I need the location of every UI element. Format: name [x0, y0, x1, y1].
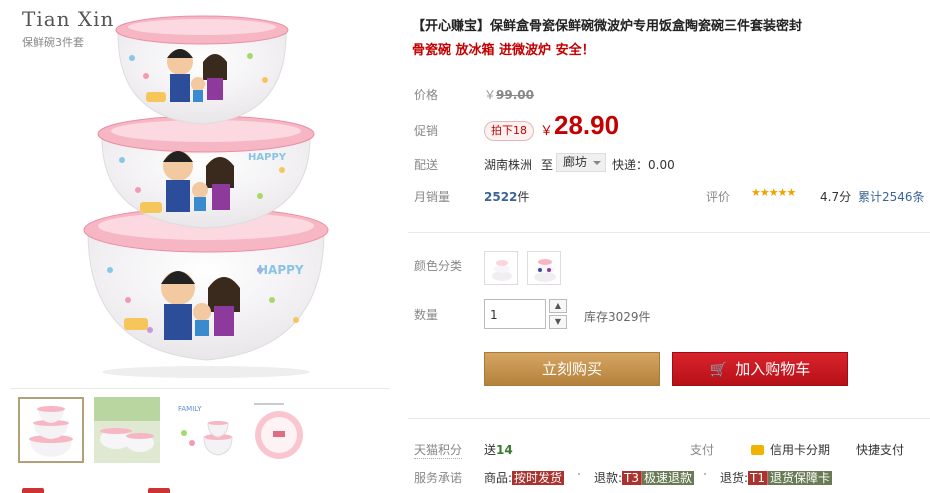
divider	[408, 232, 930, 233]
thumbnail-2[interactable]	[94, 397, 160, 463]
price-label: 价格	[414, 88, 439, 102]
credit-installment-option[interactable]: 信用卡分期	[751, 441, 830, 458]
review-count-link[interactable]: 累计2546条	[858, 188, 925, 205]
bowl-set-illustration: HAPPY HAPPY	[83, 15, 329, 378]
original-price-value: 99.00	[496, 88, 534, 102]
cart-icon: 🛒	[709, 362, 728, 378]
points-value: 送14	[484, 441, 513, 458]
color-option-label: 颜色分类	[414, 259, 463, 273]
thumbnail-strip: FAMILY	[10, 388, 390, 470]
stock-count: 库存3029件	[584, 310, 651, 324]
promo-price: 28.90	[554, 110, 620, 140]
sales-count: 2522	[484, 190, 518, 204]
quantity-label: 数量	[414, 308, 439, 322]
sales-label: 月销量	[414, 190, 451, 204]
payment-label: 支付	[690, 443, 715, 457]
promo-currency: ￥	[540, 124, 554, 139]
price-section: 价格 ￥99.00 促销 拍下18 ￥ 28.90 配送 湖南株洲 至 廊坊 快…	[408, 72, 930, 222]
buy-now-button[interactable]: 立刻购买	[484, 352, 660, 386]
credit-installment-label: 信用卡分期	[770, 443, 831, 457]
add-to-cart-label: 加入购物车	[735, 360, 811, 378]
service-return[interactable]: 退货: T1 退货保障卡	[720, 469, 833, 486]
service-refund[interactable]: 退款: T3 极速退款	[594, 469, 695, 486]
original-price: ￥99.00	[484, 86, 534, 103]
chevron-down-icon	[593, 161, 602, 165]
service-refund-label: 退款:	[594, 471, 623, 485]
service-refund-tag: 极速退款	[642, 471, 695, 485]
separator-dot	[704, 473, 706, 475]
service-return-code: T1	[748, 471, 769, 485]
quantity-increase-button[interactable]: ▲	[549, 299, 567, 313]
quantity-decrease-button[interactable]: ▼	[549, 315, 567, 329]
service-goods-tag: 按时发货	[512, 471, 565, 485]
shipping-origin: 湖南株洲	[484, 158, 533, 172]
points-label[interactable]: 天猫积分	[414, 441, 463, 459]
service-label: 服务承诺	[414, 471, 463, 485]
add-to-cart-button[interactable]: 🛒 加入购物车	[672, 352, 848, 386]
quantity-input[interactable]: 1	[484, 299, 546, 329]
svg-text:HAPPY: HAPPY	[248, 152, 287, 163]
product-subtitle: 骨瓷碗 放冰箱 进微波炉 安全！	[412, 43, 595, 58]
divider	[408, 418, 930, 419]
shipping-destination-select[interactable]: 廊坊	[556, 153, 607, 172]
product-title: 【开心赚宝】保鲜盒骨瓷保鲜碗微波炉专用饭盒陶瓷碗三件套装密封	[412, 19, 803, 34]
product-info-panel: 【开心赚宝】保鲜盒骨瓷保鲜碗微波炉专用饭盒陶瓷碗三件套装密封 骨瓷碗 放冰箱 进…	[408, 0, 930, 493]
shipping-fee: 快递：0.00	[612, 158, 675, 172]
points-amount: 14	[496, 443, 513, 457]
monthly-sales: 2522件	[484, 188, 529, 205]
service-goods-label: 商品:	[484, 471, 513, 485]
color-option-2[interactable]	[527, 251, 561, 285]
rating-label: 评价	[706, 190, 731, 204]
scroll-indicator-right	[148, 488, 170, 493]
original-price-currency: ￥	[484, 88, 497, 102]
service-refund-code: T3	[622, 471, 643, 485]
promo-badge: 拍下18	[484, 121, 534, 141]
shipping-label: 配送	[414, 158, 439, 172]
credit-card-icon	[751, 445, 764, 455]
main-product-image[interactable]: Tian Xin 保鲜碗3件套 HAPPY HAPPY	[10, 0, 390, 382]
service-goods[interactable]: 商品: 按时发货	[484, 469, 565, 486]
brand-name: Tian Xin	[22, 7, 115, 31]
service-return-tag: 退货保障卡	[768, 471, 833, 485]
service-return-label: 退货:	[720, 471, 749, 485]
points-prefix: 送	[484, 443, 497, 457]
brand-subtitle: 保鲜碗3件套	[22, 36, 84, 49]
brand-logo: Tian Xin 保鲜碗3件套	[22, 8, 114, 50]
rating-score: 4.7分	[820, 190, 852, 204]
product-gallery: Tian Xin 保鲜碗3件套 HAPPY HAPPY FAMILY	[0, 0, 392, 493]
thumbnail-1[interactable]	[18, 397, 84, 463]
svg-text:HAPPY: HAPPY	[258, 263, 304, 277]
separator-dot	[578, 473, 580, 475]
quick-pay-option[interactable]: 快捷支付	[856, 441, 904, 458]
star-rating-icon: ★★★★★	[751, 186, 796, 199]
thumbnail-3[interactable]: FAMILY	[170, 397, 236, 463]
thumbnail-4[interactable]	[246, 397, 312, 463]
scroll-indicator-left	[22, 488, 44, 493]
shipping-destination-value: 廊坊	[563, 155, 588, 169]
shipping-to-label: 至	[541, 158, 554, 172]
sales-unit: 件	[517, 190, 530, 204]
promo-label: 促销	[414, 124, 439, 138]
color-option-1[interactable]	[484, 251, 518, 285]
svg-text:FAMILY: FAMILY	[178, 405, 202, 413]
